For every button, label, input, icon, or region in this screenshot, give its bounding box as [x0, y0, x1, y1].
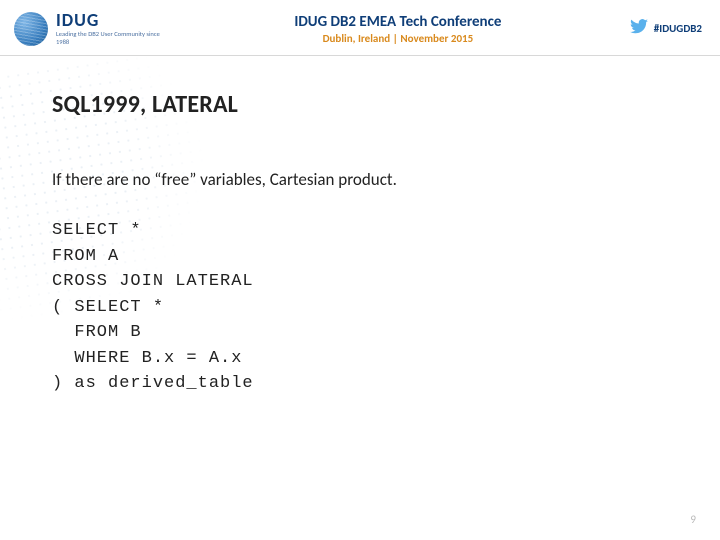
conference-title: IDUG DB2 EMEA Tech Conference: [166, 13, 630, 31]
logo-text-block: IDUG Leading the DB2 User Community sinc…: [56, 11, 166, 45]
slide-body-text: If there are no “free” variables, Cartes…: [52, 169, 670, 190]
header-left: IDUG Leading the DB2 User Community sinc…: [14, 11, 166, 45]
logo-tagline: Leading the DB2 User Community since 198…: [56, 31, 166, 45]
hashtag: #IDUGDB2: [654, 22, 702, 35]
slide-title: SQL1999, LATERAL: [52, 90, 670, 119]
slide-content: SQL1999, LATERAL If there are no “free” …: [0, 56, 720, 397]
sql-code-block: SELECT * FROM A CROSS JOIN LATERAL ( SEL…: [52, 218, 670, 397]
page-number: 9: [690, 513, 696, 526]
idug-globe-icon: [14, 12, 48, 46]
conference-subtitle: Dublin, Ireland | November 2015: [166, 32, 630, 45]
slide-header: IDUG Leading the DB2 User Community sinc…: [0, 0, 720, 56]
header-right: #IDUGDB2: [630, 19, 702, 39]
twitter-bird-icon: [630, 19, 648, 39]
logo-acronym: IDUG: [56, 11, 166, 29]
header-center: IDUG DB2 EMEA Tech Conference Dublin, Ir…: [166, 13, 630, 45]
